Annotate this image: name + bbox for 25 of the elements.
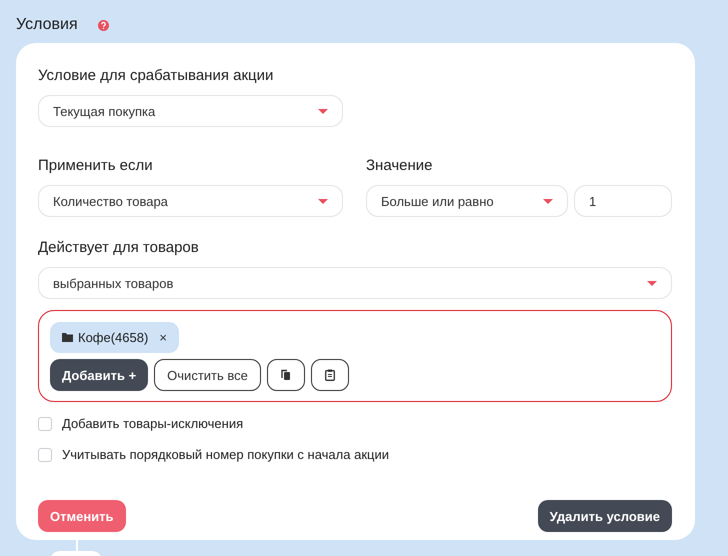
paste-button[interactable] (310, 359, 349, 391)
delete-button[interactable]: Удалить условие (538, 500, 672, 532)
checkbox-label: Учитывать порядковый номер покупки с начала акции (62, 447, 389, 462)
input-field[interactable]: 1 (574, 185, 672, 217)
select-field[interactable]: Количество товара (38, 185, 343, 217)
checkbox[interactable] (38, 416, 52, 430)
add-button[interactable]: Добавить + (50, 359, 148, 391)
tag-text: Кофе(4658) (78, 330, 148, 345)
copy-icon (280, 369, 291, 381)
checkbox[interactable] (38, 448, 52, 462)
field-label: Условие для срабатывания акции (38, 67, 274, 85)
section-title: Условия (16, 16, 78, 34)
help-icon[interactable] (98, 20, 109, 30)
clear-button[interactable]: Очистить все (154, 359, 261, 391)
field-label: Применить если (38, 157, 154, 175)
clipboard-icon (324, 369, 335, 381)
folder-icon (62, 333, 73, 342)
remove-button[interactable]: × (153, 330, 167, 345)
field-label: Значение (366, 157, 434, 175)
select-field[interactable]: выбранных товаров (38, 267, 672, 299)
copy-button[interactable] (266, 359, 305, 391)
select-field[interactable]: Текущая покупка (38, 95, 343, 127)
select-field[interactable]: Больше или равно (366, 185, 568, 217)
checkbox-label: Добавить товары-исключения (62, 416, 244, 431)
field-label: Действует для товаров (38, 239, 200, 257)
